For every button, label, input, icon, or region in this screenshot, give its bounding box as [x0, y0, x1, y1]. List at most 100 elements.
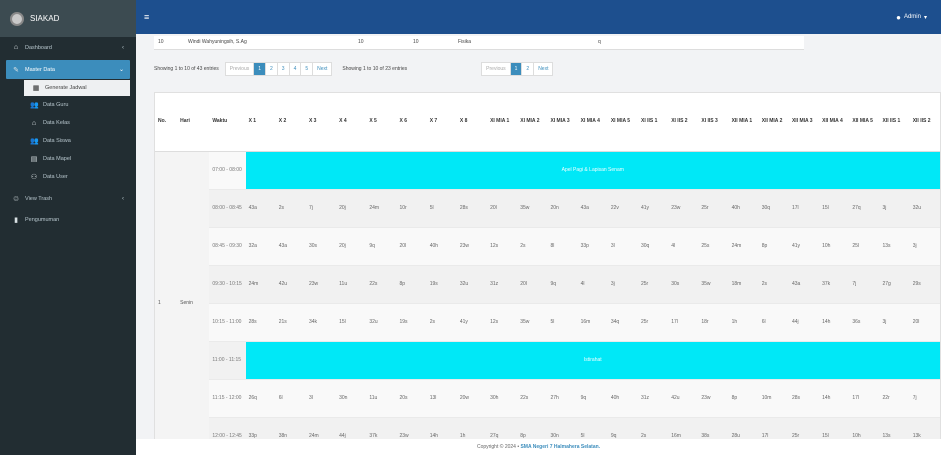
schedule-cell: 24m [245, 264, 276, 303]
schedule-cell: 9q [547, 264, 578, 303]
sidebar-item-data-user[interactable]: ⚇ Data User [0, 168, 136, 186]
page-1-button[interactable]: 1 [254, 63, 266, 75]
column-header[interactable]: X 5 [366, 93, 397, 152]
sidebar-item-data-guru[interactable]: 👥 Data Guru [0, 96, 136, 114]
schedule-cell: 25r [638, 302, 669, 341]
schedule-cell: 23w [698, 378, 729, 417]
column-header[interactable]: X 6 [396, 93, 427, 152]
schedule-cell: 27q [849, 188, 880, 227]
schedule-cell: 4l [577, 264, 608, 303]
schedule-cell: 34k [305, 302, 337, 341]
schedule-cell: 17l [668, 302, 699, 341]
next-button[interactable]: Next [313, 63, 332, 75]
users-icon: 👥 [30, 102, 39, 109]
column-header[interactable]: Waktu [209, 93, 246, 152]
schedule-cell: 27h [547, 378, 578, 417]
next-button[interactable]: Next [534, 63, 553, 75]
column-header[interactable]: X 7 [426, 93, 457, 152]
sidebar-item-label: Data Mapel [43, 156, 72, 162]
previous-button[interactable]: Previous [225, 63, 255, 75]
page-4-button[interactable]: 4 [289, 63, 302, 75]
page-2-button[interactable]: 2 [522, 63, 535, 75]
table-row: 09:30 - 10:15 24m 42u 23w 11u 22s 8p 19s 32u 31z 2… [155, 264, 940, 303]
time-cell: 08:00 - 08:45 [209, 188, 246, 227]
sidebar-item-label: Data Kelas [43, 120, 70, 126]
sidebar-item-label: Pengumuman [25, 216, 60, 223]
home-icon: ⌂ [31, 119, 37, 127]
sidebar: SIAKAD ⌂ Dashboard ‹ ✎ Master Data ⌄ ▦ Generate… [0, 0, 136, 455]
main-content: 10 Windi Wahyuningsih, S.Ag 10 10 Fisika… [136, 34, 941, 455]
page-1-button[interactable]: 1 [510, 63, 523, 75]
users-icon: 👥 [30, 138, 39, 145]
column-header[interactable]: XI IIS 2 [668, 93, 699, 152]
column-header[interactable]: XII IIS 1 [879, 93, 910, 152]
schedule-cell: 1h [728, 302, 759, 341]
schedule-cell: 3l [305, 378, 337, 417]
sidebar-item-dashboard[interactable]: ⌂ Dashboard ‹ [0, 37, 136, 58]
schedule-cell: 23w [305, 264, 337, 303]
column-header[interactable]: XI MIA 1 [487, 93, 518, 152]
column-header[interactable]: XII MIA 1 [728, 93, 759, 152]
column-header[interactable]: Hari [177, 93, 210, 152]
column-header[interactable]: X 3 [305, 93, 337, 152]
user-menu[interactable]: ● Admin ▾ [896, 13, 927, 22]
column-header[interactable]: XI MIA 3 [547, 93, 578, 152]
page-2-button[interactable]: 2 [266, 63, 278, 75]
schedule-cell: 25r [638, 264, 669, 303]
column-header[interactable]: XII MIA 2 [758, 93, 789, 152]
column-header[interactable]: X 8 [456, 93, 488, 152]
column-header[interactable]: XII MIA 3 [788, 93, 820, 152]
schedule-cell: 29s [909, 264, 940, 303]
column-header[interactable]: XI MIA 2 [517, 93, 548, 152]
page-3-button[interactable]: 3 [277, 63, 290, 75]
schedule-cell: 20w [456, 378, 488, 417]
column-header[interactable]: XI IIS 1 [638, 93, 669, 152]
column-header[interactable]: XI IIS 3 [698, 93, 729, 152]
chevron-icon: ‹ [122, 195, 124, 202]
break-banner: Istirahat [245, 340, 940, 379]
sidebar-item-label: Generate Jadwal [45, 85, 87, 91]
schedule-cell: 32u [456, 264, 488, 303]
schedule-cell: 2s [275, 188, 306, 227]
schedule-cell: 35w [698, 264, 729, 303]
sidebar-item-master-data[interactable]: ✎ Master Data ⌄ [6, 60, 130, 79]
chevron-icon: ⌄ [118, 67, 124, 73]
school-link[interactable]: SMA Negeri 7 Halmahera Selatan. [520, 444, 600, 450]
sidebar-item-label: Data Siswa [43, 138, 71, 144]
schedule-cell: 32u [366, 302, 397, 341]
column-header[interactable]: X 2 [275, 93, 306, 152]
schedule-cell: 42u [275, 264, 306, 303]
menu-toggle-icon[interactable]: ≡ [144, 12, 149, 22]
column-header[interactable]: XII MIA 4 [819, 93, 850, 152]
column-header[interactable]: XII IIS 2 [909, 93, 940, 152]
table-row: 08:00 - 08:45 43a 2s 7j 20j 24m 10r 5l 28s 20l 35w… [155, 188, 940, 227]
column-header[interactable]: X 1 [245, 93, 276, 152]
schedule-cell: 32a [245, 226, 276, 265]
schedule-cell: 6l [275, 378, 306, 417]
sidebar-item-data-mapel[interactable]: ▤ Data Mapel [0, 150, 136, 168]
sidebar-item-view-trash[interactable]: ♲ View Trash ‹ [0, 188, 136, 209]
schedule-cell: 22s [366, 264, 397, 303]
schedule-cell: 30q [758, 188, 789, 227]
column-header[interactable]: No. [155, 93, 178, 152]
sidebar-item-data-siswa[interactable]: 👥 Data Siswa [0, 132, 136, 150]
day-cell: Senin [177, 150, 210, 455]
column-header[interactable]: XII MIA 5 [849, 93, 880, 152]
column-header[interactable]: XI MIA 5 [607, 93, 638, 152]
time-cell: 11:00 - 11:15 [209, 340, 246, 379]
book-icon: ▤ [30, 156, 38, 163]
schedule-cell: 7j [909, 378, 940, 417]
previous-button[interactable]: Previous [482, 63, 511, 75]
sidebar-item-generate-jadwal[interactable]: ▦ Generate Jadwal [24, 80, 130, 96]
time-cell: 11:15 - 12:00 [209, 378, 246, 417]
brand[interactable]: SIAKAD [0, 0, 136, 37]
schedule-cell: 21s [275, 302, 306, 341]
cell-c1: 10 [358, 39, 364, 45]
sidebar-item-pengumuman[interactable]: ▮ Pengumuman [0, 209, 136, 230]
cell-name: Windi Wahyuningsih, S.Ag [188, 39, 247, 45]
column-header[interactable]: XI MIA 4 [577, 93, 608, 152]
table-row: 11:00 - 11:15 Istirahat [155, 340, 940, 379]
column-header[interactable]: X 4 [336, 93, 367, 152]
page-5-button[interactable]: 5 [301, 63, 314, 75]
sidebar-item-data-kelas[interactable]: ⌂ Data Kelas [0, 114, 136, 132]
